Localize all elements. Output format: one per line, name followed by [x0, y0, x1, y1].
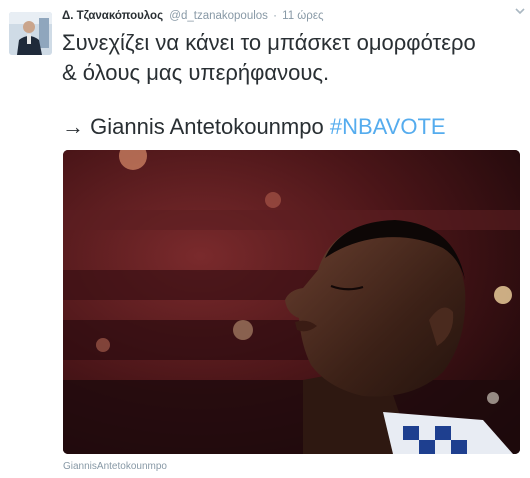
avatar[interactable] [9, 12, 52, 55]
tweet-header: Δ. Τζανακόπουλος @d_tzanakopoulos · 11 ώ… [62, 10, 522, 26]
tweet-text-line: & όλους μας υπερήφανους. [62, 60, 330, 85]
display-name[interactable]: Δ. Τζανακόπουλος [62, 10, 163, 22]
mention-text: → Giannis Antetokounmpo [62, 114, 330, 139]
timestamp[interactable]: 11 ώρες [282, 10, 323, 22]
media-caption: GiannisAntetokounmpo [63, 461, 167, 472]
tweet-text: Συνεχίζει να κάνει το μπάσκετ ομορφότερο… [62, 28, 524, 142]
hashtag-link[interactable]: #NBAVOTE [330, 114, 446, 139]
separator: · [273, 10, 277, 22]
user-handle[interactable]: @d_tzanakopoulos [169, 10, 268, 22]
chevron-down-icon[interactable] [513, 4, 527, 18]
tweet-media-photo[interactable] [63, 150, 520, 454]
tweet: Δ. Τζανακόπουλος @d_tzanakopoulos · 11 ώ… [0, 0, 530, 478]
tweet-text-line: Συνεχίζει να κάνει το μπάσκετ ομορφότερο [62, 30, 476, 55]
tweet-text-link-line: → Giannis Antetokounmpo #NBAVOTE [62, 112, 524, 142]
